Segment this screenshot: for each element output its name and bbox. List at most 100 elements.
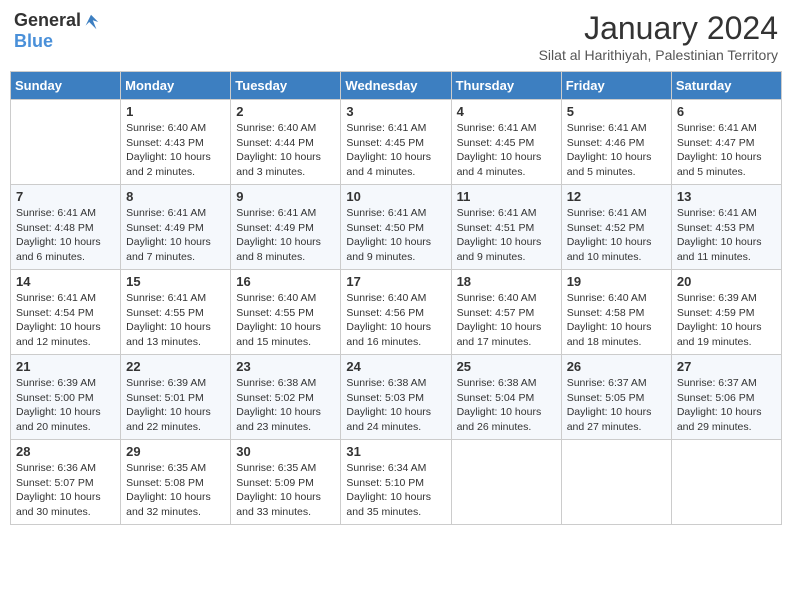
day-detail: Sunrise: 6:41 AMSunset: 4:54 PMDaylight:… [16, 291, 115, 350]
calendar-cell: 9Sunrise: 6:41 AMSunset: 4:49 PMDaylight… [231, 185, 341, 270]
day-detail: Sunrise: 6:41 AMSunset: 4:52 PMDaylight:… [567, 206, 666, 265]
day-number: 4 [457, 104, 556, 119]
calendar-cell: 7Sunrise: 6:41 AMSunset: 4:48 PMDaylight… [11, 185, 121, 270]
day-number: 25 [457, 359, 556, 374]
day-number: 28 [16, 444, 115, 459]
calendar-week-5: 28 Sunrise: 6:36 AMSunset: 5:07 PMDayligh… [11, 440, 782, 525]
calendar-cell: 12 Sunrise: 6:41 AMSunset: 4:52 PMDayligh… [561, 185, 671, 270]
logo-text: General Blue [14, 10, 101, 52]
calendar-cell: 22 Sunrise: 6:39 AMSunset: 5:01 PMDayligh… [121, 355, 231, 440]
calendar-cell [451, 440, 561, 525]
calendar-cell: 5 Sunrise: 6:41 AMSunset: 4:46 PMDaylight… [561, 100, 671, 185]
logo: General Blue [14, 10, 101, 52]
day-detail: Sunrise: 6:36 AMSunset: 5:07 PMDaylight:… [16, 461, 115, 520]
day-detail: Sunrise: 6:40 AMSunset: 4:57 PMDaylight:… [457, 291, 556, 350]
day-number: 14 [16, 274, 115, 289]
day-number: 22 [126, 359, 225, 374]
title-area: January 2024 Silat al Harithiyah, Palest… [539, 10, 778, 63]
day-detail: Sunrise: 6:41 AMSunset: 4:45 PMDaylight:… [457, 121, 556, 180]
logo-bird-icon [82, 13, 100, 31]
day-detail: Sunrise: 6:39 AMSunset: 5:01 PMDaylight:… [126, 376, 225, 435]
day-detail: Sunrise: 6:35 AMSunset: 5:09 PMDaylight:… [236, 461, 335, 520]
day-header-friday: Friday [561, 72, 671, 100]
day-detail: Sunrise: 6:38 AMSunset: 5:02 PMDaylight:… [236, 376, 335, 435]
day-number: 31 [346, 444, 445, 459]
day-detail: Sunrise: 6:41 AMSunset: 4:49 PMDaylight:… [236, 206, 335, 265]
calendar-cell: 15 Sunrise: 6:41 AMSunset: 4:55 PMDayligh… [121, 270, 231, 355]
calendar-cell [561, 440, 671, 525]
day-number: 7 [16, 189, 115, 204]
calendar-cell: 11Sunrise: 6:41 AMSunset: 4:51 PMDayligh… [451, 185, 561, 270]
day-detail: Sunrise: 6:39 AMSunset: 5:00 PMDaylight:… [16, 376, 115, 435]
day-header-sunday: Sunday [11, 72, 121, 100]
day-number: 18 [457, 274, 556, 289]
day-number: 15 [126, 274, 225, 289]
calendar-cell: 20Sunrise: 6:39 AMSunset: 4:59 PMDayligh… [671, 270, 781, 355]
day-detail: Sunrise: 6:41 AMSunset: 4:46 PMDaylight:… [567, 121, 666, 180]
calendar-cell: 3 Sunrise: 6:41 AMSunset: 4:45 PMDaylight… [341, 100, 451, 185]
calendar-cell: 23Sunrise: 6:38 AMSunset: 5:02 PMDayligh… [231, 355, 341, 440]
calendar-cell: 4 Sunrise: 6:41 AMSunset: 4:45 PMDaylight… [451, 100, 561, 185]
day-detail: Sunrise: 6:41 AMSunset: 4:51 PMDaylight:… [457, 206, 556, 265]
day-header-monday: Monday [121, 72, 231, 100]
day-number: 6 [677, 104, 776, 119]
day-number: 10 [346, 189, 445, 204]
day-detail: Sunrise: 6:41 AMSunset: 4:47 PMDaylight:… [677, 121, 776, 180]
calendar-week-3: 14 Sunrise: 6:41 AMSunset: 4:54 PMDayligh… [11, 270, 782, 355]
calendar-cell: 29 Sunrise: 6:35 AMSunset: 5:08 PMDayligh… [121, 440, 231, 525]
calendar-cell: 6 Sunrise: 6:41 AMSunset: 4:47 PMDaylight… [671, 100, 781, 185]
calendar-cell: 31 Sunrise: 6:34 AMSunset: 5:10 PMDayligh… [341, 440, 451, 525]
day-detail: Sunrise: 6:35 AMSunset: 5:08 PMDaylight:… [126, 461, 225, 520]
calendar-cell: 27 Sunrise: 6:37 AMSunset: 5:06 PMDayligh… [671, 355, 781, 440]
day-detail: Sunrise: 6:40 AMSunset: 4:58 PMDaylight:… [567, 291, 666, 350]
day-number: 1 [126, 104, 225, 119]
calendar-cell: 14 Sunrise: 6:41 AMSunset: 4:54 PMDayligh… [11, 270, 121, 355]
day-number: 29 [126, 444, 225, 459]
calendar-cell: 26Sunrise: 6:37 AMSunset: 5:05 PMDayligh… [561, 355, 671, 440]
day-number: 27 [677, 359, 776, 374]
page-header: General Blue January 2024 Silat al Harit… [10, 10, 782, 63]
calendar-cell: 25Sunrise: 6:38 AMSunset: 5:04 PMDayligh… [451, 355, 561, 440]
logo-general: General [14, 10, 81, 30]
logo-blue: Blue [14, 31, 53, 51]
day-detail: Sunrise: 6:37 AMSunset: 5:06 PMDaylight:… [677, 376, 776, 435]
day-detail: Sunrise: 6:39 AMSunset: 4:59 PMDaylight:… [677, 291, 776, 350]
day-number: 30 [236, 444, 335, 459]
calendar-cell: 18 Sunrise: 6:40 AMSunset: 4:57 PMDayligh… [451, 270, 561, 355]
day-number: 8 [126, 189, 225, 204]
day-number: 5 [567, 104, 666, 119]
day-number: 21 [16, 359, 115, 374]
day-number: 24 [346, 359, 445, 374]
calendar-cell [671, 440, 781, 525]
month-title: January 2024 [539, 10, 778, 47]
day-number: 19 [567, 274, 666, 289]
day-number: 26 [567, 359, 666, 374]
day-number: 13 [677, 189, 776, 204]
day-number: 3 [346, 104, 445, 119]
day-detail: Sunrise: 6:41 AMSunset: 4:50 PMDaylight:… [346, 206, 445, 265]
day-detail: Sunrise: 6:34 AMSunset: 5:10 PMDaylight:… [346, 461, 445, 520]
calendar-cell: 30 Sunrise: 6:35 AMSunset: 5:09 PMDayligh… [231, 440, 341, 525]
calendar-cell [11, 100, 121, 185]
calendar-header-row: SundayMondayTuesdayWednesdayThursdayFrid… [11, 72, 782, 100]
calendar-table: SundayMondayTuesdayWednesdayThursdayFrid… [10, 71, 782, 525]
day-number: 17 [346, 274, 445, 289]
day-number: 16 [236, 274, 335, 289]
day-detail: Sunrise: 6:40 AMSunset: 4:55 PMDaylight:… [236, 291, 335, 350]
day-detail: Sunrise: 6:41 AMSunset: 4:45 PMDaylight:… [346, 121, 445, 180]
calendar-cell: 21 Sunrise: 6:39 AMSunset: 5:00 PMDayligh… [11, 355, 121, 440]
day-detail: Sunrise: 6:41 AMSunset: 4:49 PMDaylight:… [126, 206, 225, 265]
calendar-week-2: 7Sunrise: 6:41 AMSunset: 4:48 PMDaylight… [11, 185, 782, 270]
calendar-week-4: 21 Sunrise: 6:39 AMSunset: 5:00 PMDayligh… [11, 355, 782, 440]
calendar-cell: 16 Sunrise: 6:40 AMSunset: 4:55 PMDayligh… [231, 270, 341, 355]
calendar-cell: 2Sunrise: 6:40 AMSunset: 4:44 PMDaylight… [231, 100, 341, 185]
day-header-tuesday: Tuesday [231, 72, 341, 100]
day-header-thursday: Thursday [451, 72, 561, 100]
day-detail: Sunrise: 6:41 AMSunset: 4:55 PMDaylight:… [126, 291, 225, 350]
calendar-cell: 1Sunrise: 6:40 AMSunset: 4:43 PMDaylight… [121, 100, 231, 185]
day-number: 12 [567, 189, 666, 204]
day-detail: Sunrise: 6:40 AMSunset: 4:44 PMDaylight:… [236, 121, 335, 180]
day-detail: Sunrise: 6:40 AMSunset: 4:56 PMDaylight:… [346, 291, 445, 350]
location-subtitle: Silat al Harithiyah, Palestinian Territo… [539, 47, 778, 63]
calendar-cell: 19 Sunrise: 6:40 AMSunset: 4:58 PMDayligh… [561, 270, 671, 355]
